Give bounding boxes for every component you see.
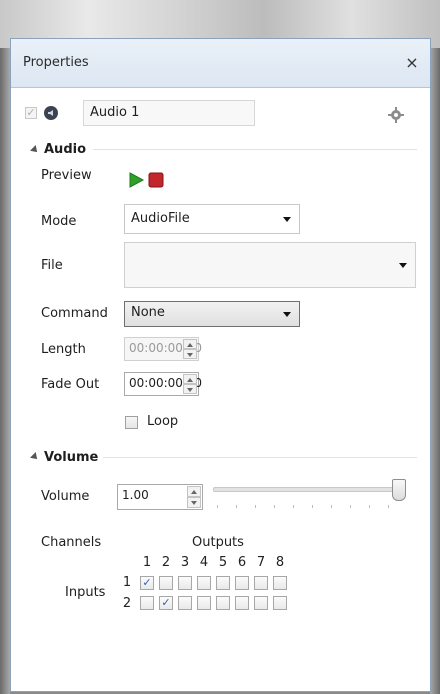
output-number: 8 (275, 555, 285, 570)
inputs-label: Inputs (65, 585, 106, 600)
channels-label: Channels (41, 535, 102, 550)
volume-label: Volume (41, 489, 90, 504)
output-number: 4 (199, 555, 209, 570)
matrix-checkbox[interactable]: ✓ (159, 596, 173, 610)
output-number: 1 (142, 555, 152, 570)
volume-section-title: Volume (44, 450, 99, 465)
output-number: 2 (161, 555, 171, 570)
window-title: Properties (23, 55, 89, 70)
outputs-label: Outputs (192, 535, 244, 550)
stop-icon[interactable] (148, 172, 164, 188)
length-spinner: 00:00:00.00 (124, 337, 202, 361)
command-value: None (131, 305, 165, 320)
matrix-checkbox[interactable] (216, 596, 230, 610)
chevron-down-icon (283, 312, 291, 317)
enabled-checkbox[interactable]: ✓ (25, 107, 37, 119)
matrix-checkbox[interactable] (197, 576, 211, 590)
slider-tick (236, 505, 237, 508)
volume-spinner[interactable]: 1.00 (117, 484, 203, 510)
matrix-checkbox[interactable] (216, 576, 230, 590)
chevron-down-icon (399, 263, 407, 268)
fadeout-label: Fade Out (41, 377, 100, 392)
matrix-checkbox[interactable] (197, 596, 211, 610)
audio-divider (93, 149, 417, 150)
slider-tick (293, 505, 294, 508)
background-right-edge (430, 48, 440, 694)
titlebar: Properties × (11, 39, 430, 88)
slider-tick (331, 505, 332, 508)
matrix-checkbox[interactable] (273, 576, 287, 590)
loop-checkbox[interactable] (125, 416, 138, 429)
matrix-checkbox[interactable] (235, 576, 249, 590)
preview-label: Preview (41, 168, 92, 183)
matrix-checkbox[interactable] (273, 596, 287, 610)
volume-value[interactable]: 1.00 (122, 488, 149, 502)
mode-dropdown[interactable]: AudioFile (124, 204, 300, 234)
fadeout-up-button[interactable] (183, 374, 197, 384)
output-number: 5 (218, 555, 228, 570)
length-label: Length (41, 342, 86, 357)
chevron-down-icon (283, 217, 291, 222)
slider-tick (217, 505, 218, 508)
gear-icon[interactable] (387, 106, 405, 124)
matrix-checkbox[interactable] (140, 596, 154, 610)
audio-collapse-icon[interactable] (30, 145, 40, 155)
slider-tick (312, 505, 313, 508)
background-left-edge (0, 48, 10, 694)
matrix-checkbox[interactable] (235, 596, 249, 610)
file-label: File (41, 258, 63, 273)
matrix-checkbox[interactable] (178, 596, 192, 610)
volume-divider (103, 457, 417, 458)
matrix-checkbox[interactable] (254, 576, 268, 590)
slider-tick (255, 505, 256, 508)
fadeout-spinner[interactable]: 00:00:00.00 (124, 372, 202, 396)
volume-slider-track[interactable] (213, 487, 403, 492)
input-number: 2 (122, 596, 132, 611)
audio-section-title: Audio (44, 142, 87, 157)
volume-up-button[interactable] (187, 486, 201, 497)
properties-panel: Properties × ✓ Audio 1 Audio Preview Mod… (10, 38, 431, 692)
volume-collapse-icon[interactable] (30, 452, 40, 462)
output-number: 7 (256, 555, 266, 570)
loop-label[interactable]: Loop (147, 414, 178, 429)
mode-label: Mode (41, 214, 77, 229)
play-icon[interactable] (127, 171, 145, 189)
close-button[interactable]: × (402, 53, 422, 73)
slider-tick (274, 505, 275, 508)
input-number: 1 (122, 575, 132, 590)
slider-tick (350, 505, 351, 508)
matrix-checkbox[interactable] (178, 576, 192, 590)
volume-down-button[interactable] (187, 497, 201, 508)
volume-slider-thumb[interactable] (392, 479, 406, 501)
fadeout-down-button[interactable] (183, 384, 197, 394)
output-number: 6 (237, 555, 247, 570)
matrix-checkbox[interactable] (159, 576, 173, 590)
mode-value: AudioFile (131, 211, 190, 226)
command-dropdown[interactable]: None (124, 301, 300, 327)
slider-tick (369, 505, 370, 508)
matrix-checkbox[interactable] (254, 596, 268, 610)
output-number: 3 (180, 555, 190, 570)
slider-tick (388, 505, 389, 508)
command-label: Command (41, 306, 108, 321)
file-dropdown[interactable] (124, 242, 416, 288)
name-field[interactable]: Audio 1 (83, 100, 255, 126)
matrix-checkbox[interactable]: ✓ (140, 576, 154, 590)
speaker-icon (44, 106, 58, 120)
